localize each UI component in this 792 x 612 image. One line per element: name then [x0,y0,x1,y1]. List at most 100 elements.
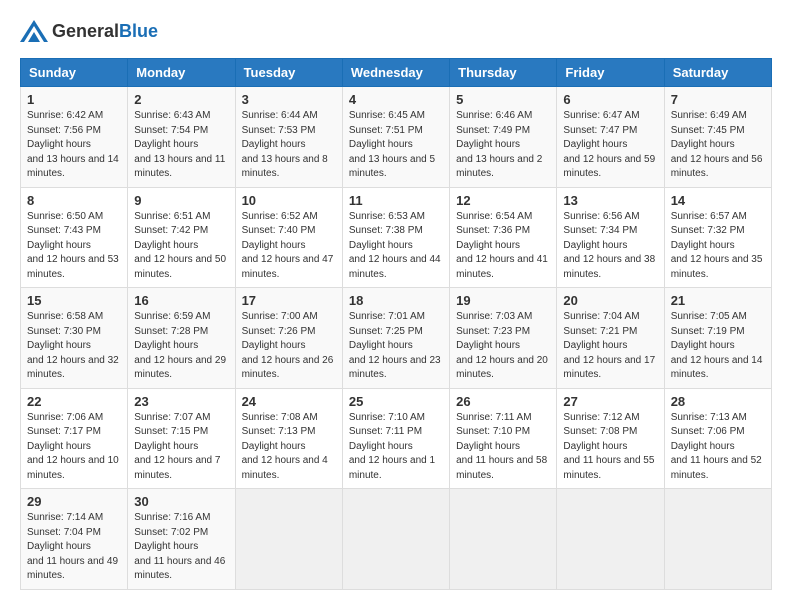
weekday-header-tuesday: Tuesday [235,59,342,87]
day-info: Sunrise: 6:58 AMSunset: 7:30 PMDaylight … [27,310,121,383]
calendar-cell: 1 Sunrise: 6:42 AMSunset: 7:56 PMDaylight… [21,87,128,188]
day-number: 19 [456,293,550,308]
day-info: Sunrise: 7:05 AMSunset: 7:19 PMDaylight … [671,310,765,383]
logo-blue-text: Blue [119,21,158,41]
day-number: 18 [349,293,443,308]
calendar-cell: 26 Sunrise: 7:11 AMSunset: 7:10 PMDayligh… [450,388,557,489]
calendar-cell: 27Sunrise: 7:12 AMSunset: 7:08 PMDayligh… [557,388,664,489]
day-info: Sunrise: 6:43 AMSunset: 7:54 PMDaylight … [134,109,228,182]
calendar-cell: 20Sunrise: 7:04 AMSunset: 7:21 PMDayligh… [557,288,664,389]
calendar-cell: 29 Sunrise: 7:14 AMSunset: 7:04 PMDayligh… [21,489,128,590]
day-number: 3 [242,92,336,107]
calendar-cell: 10 Sunrise: 6:52 AMSunset: 7:40 PMDayligh… [235,187,342,288]
calendar-cell: 24Sunrise: 7:08 AMSunset: 7:13 PMDayligh… [235,388,342,489]
calendar-cell [450,489,557,590]
day-number: 14 [671,193,765,208]
calendar-cell: 30Sunrise: 7:16 AMSunset: 7:02 PMDayligh… [128,489,235,590]
day-info: Sunrise: 7:14 AMSunset: 7:04 PMDaylight … [27,511,121,584]
calendar-cell [235,489,342,590]
weekday-header-friday: Friday [557,59,664,87]
calendar-week-row: 1 Sunrise: 6:42 AMSunset: 7:56 PMDaylight… [21,87,772,188]
calendar-cell: 4 Sunrise: 6:45 AMSunset: 7:51 PMDaylight… [342,87,449,188]
calendar-cell: 22 Sunrise: 7:06 AMSunset: 7:17 PMDayligh… [21,388,128,489]
day-number: 21 [671,293,765,308]
calendar-header: SundayMondayTuesdayWednesdayThursdayFrid… [21,59,772,87]
day-number: 10 [242,193,336,208]
day-info: Sunrise: 6:59 AMSunset: 7:28 PMDaylight … [134,310,228,383]
calendar-cell: 28Sunrise: 7:13 AMSunset: 7:06 PMDayligh… [664,388,771,489]
day-info: Sunrise: 6:42 AMSunset: 7:56 PMDaylight … [27,109,121,182]
logo-general-text: General [52,21,119,41]
logo-icon [20,20,48,42]
day-info: Sunrise: 6:45 AMSunset: 7:51 PMDaylight … [349,109,443,182]
day-number: 8 [27,193,121,208]
day-number: 24 [242,394,336,409]
weekday-header-thursday: Thursday [450,59,557,87]
calendar-body: 1 Sunrise: 6:42 AMSunset: 7:56 PMDaylight… [21,87,772,590]
calendar-cell: 11 Sunrise: 6:53 AMSunset: 7:38 PMDayligh… [342,187,449,288]
day-info: Sunrise: 6:57 AMSunset: 7:32 PMDaylight … [671,210,765,283]
day-info: Sunrise: 6:50 AMSunset: 7:43 PMDaylight … [27,210,121,283]
calendar-cell: 14 Sunrise: 6:57 AMSunset: 7:32 PMDayligh… [664,187,771,288]
calendar-cell: 2 Sunrise: 6:43 AMSunset: 7:54 PMDaylight… [128,87,235,188]
day-info: Sunrise: 6:54 AMSunset: 7:36 PMDaylight … [456,210,550,283]
calendar-cell: 6 Sunrise: 6:47 AMSunset: 7:47 PMDaylight… [557,87,664,188]
calendar-cell: 3 Sunrise: 6:44 AMSunset: 7:53 PMDaylight… [235,87,342,188]
calendar-cell: 8 Sunrise: 6:50 AMSunset: 7:43 PMDaylight… [21,187,128,288]
day-info: Sunrise: 6:51 AMSunset: 7:42 PMDaylight … [134,210,228,283]
day-number: 20 [563,293,657,308]
calendar-cell: 21 Sunrise: 7:05 AMSunset: 7:19 PMDayligh… [664,288,771,389]
calendar-cell [342,489,449,590]
calendar-cell: 19 Sunrise: 7:03 AMSunset: 7:23 PMDayligh… [450,288,557,389]
day-number: 12 [456,193,550,208]
day-number: 23 [134,394,228,409]
calendar-table: SundayMondayTuesdayWednesdayThursdayFrid… [20,58,772,590]
calendar-cell: 16 Sunrise: 6:59 AMSunset: 7:28 PMDayligh… [128,288,235,389]
calendar-cell: 5Sunrise: 6:46 AMSunset: 7:49 PMDaylight… [450,87,557,188]
page-header: GeneralBlue [20,20,772,42]
calendar-week-row: 22 Sunrise: 7:06 AMSunset: 7:17 PMDayligh… [21,388,772,489]
day-info: Sunrise: 7:13 AMSunset: 7:06 PMDaylight … [671,411,765,484]
weekday-header-row: SundayMondayTuesdayWednesdayThursdayFrid… [21,59,772,87]
logo: GeneralBlue [20,20,158,42]
day-info: Sunrise: 6:56 AMSunset: 7:34 PMDaylight … [563,210,657,283]
day-number: 2 [134,92,228,107]
calendar-cell: 17Sunrise: 7:00 AMSunset: 7:26 PMDayligh… [235,288,342,389]
weekday-header-monday: Monday [128,59,235,87]
day-number: 26 [456,394,550,409]
day-info: Sunrise: 7:01 AMSunset: 7:25 PMDaylight … [349,310,443,383]
day-number: 16 [134,293,228,308]
day-info: Sunrise: 6:52 AMSunset: 7:40 PMDaylight … [242,210,336,283]
day-info: Sunrise: 6:53 AMSunset: 7:38 PMDaylight … [349,210,443,283]
day-number: 22 [27,394,121,409]
day-info: Sunrise: 6:47 AMSunset: 7:47 PMDaylight … [563,109,657,182]
calendar-week-row: 15Sunrise: 6:58 AMSunset: 7:30 PMDayligh… [21,288,772,389]
day-number: 9 [134,193,228,208]
calendar-cell: 13Sunrise: 6:56 AMSunset: 7:34 PMDayligh… [557,187,664,288]
day-number: 4 [349,92,443,107]
day-number: 1 [27,92,121,107]
calendar-cell: 23Sunrise: 7:07 AMSunset: 7:15 PMDayligh… [128,388,235,489]
day-info: Sunrise: 7:11 AMSunset: 7:10 PMDaylight … [456,411,550,484]
calendar-cell: 7Sunrise: 6:49 AMSunset: 7:45 PMDaylight… [664,87,771,188]
calendar-week-row: 8 Sunrise: 6:50 AMSunset: 7:43 PMDaylight… [21,187,772,288]
day-info: Sunrise: 7:06 AMSunset: 7:17 PMDaylight … [27,411,121,484]
day-number: 30 [134,494,228,509]
day-info: Sunrise: 7:10 AMSunset: 7:11 PMDaylight … [349,411,443,484]
day-number: 25 [349,394,443,409]
day-info: Sunrise: 7:00 AMSunset: 7:26 PMDaylight … [242,310,336,383]
day-number: 7 [671,92,765,107]
calendar-cell: 9 Sunrise: 6:51 AMSunset: 7:42 PMDaylight… [128,187,235,288]
day-number: 11 [349,193,443,208]
day-info: Sunrise: 6:44 AMSunset: 7:53 PMDaylight … [242,109,336,182]
calendar-week-row: 29 Sunrise: 7:14 AMSunset: 7:04 PMDayligh… [21,489,772,590]
weekday-header-wednesday: Wednesday [342,59,449,87]
day-info: Sunrise: 6:46 AMSunset: 7:49 PMDaylight … [456,109,550,182]
calendar-cell: 15Sunrise: 6:58 AMSunset: 7:30 PMDayligh… [21,288,128,389]
weekday-header-saturday: Saturday [664,59,771,87]
calendar-cell: 12 Sunrise: 6:54 AMSunset: 7:36 PMDayligh… [450,187,557,288]
calendar-cell [664,489,771,590]
day-info: Sunrise: 7:03 AMSunset: 7:23 PMDaylight … [456,310,550,383]
day-number: 29 [27,494,121,509]
day-number: 6 [563,92,657,107]
